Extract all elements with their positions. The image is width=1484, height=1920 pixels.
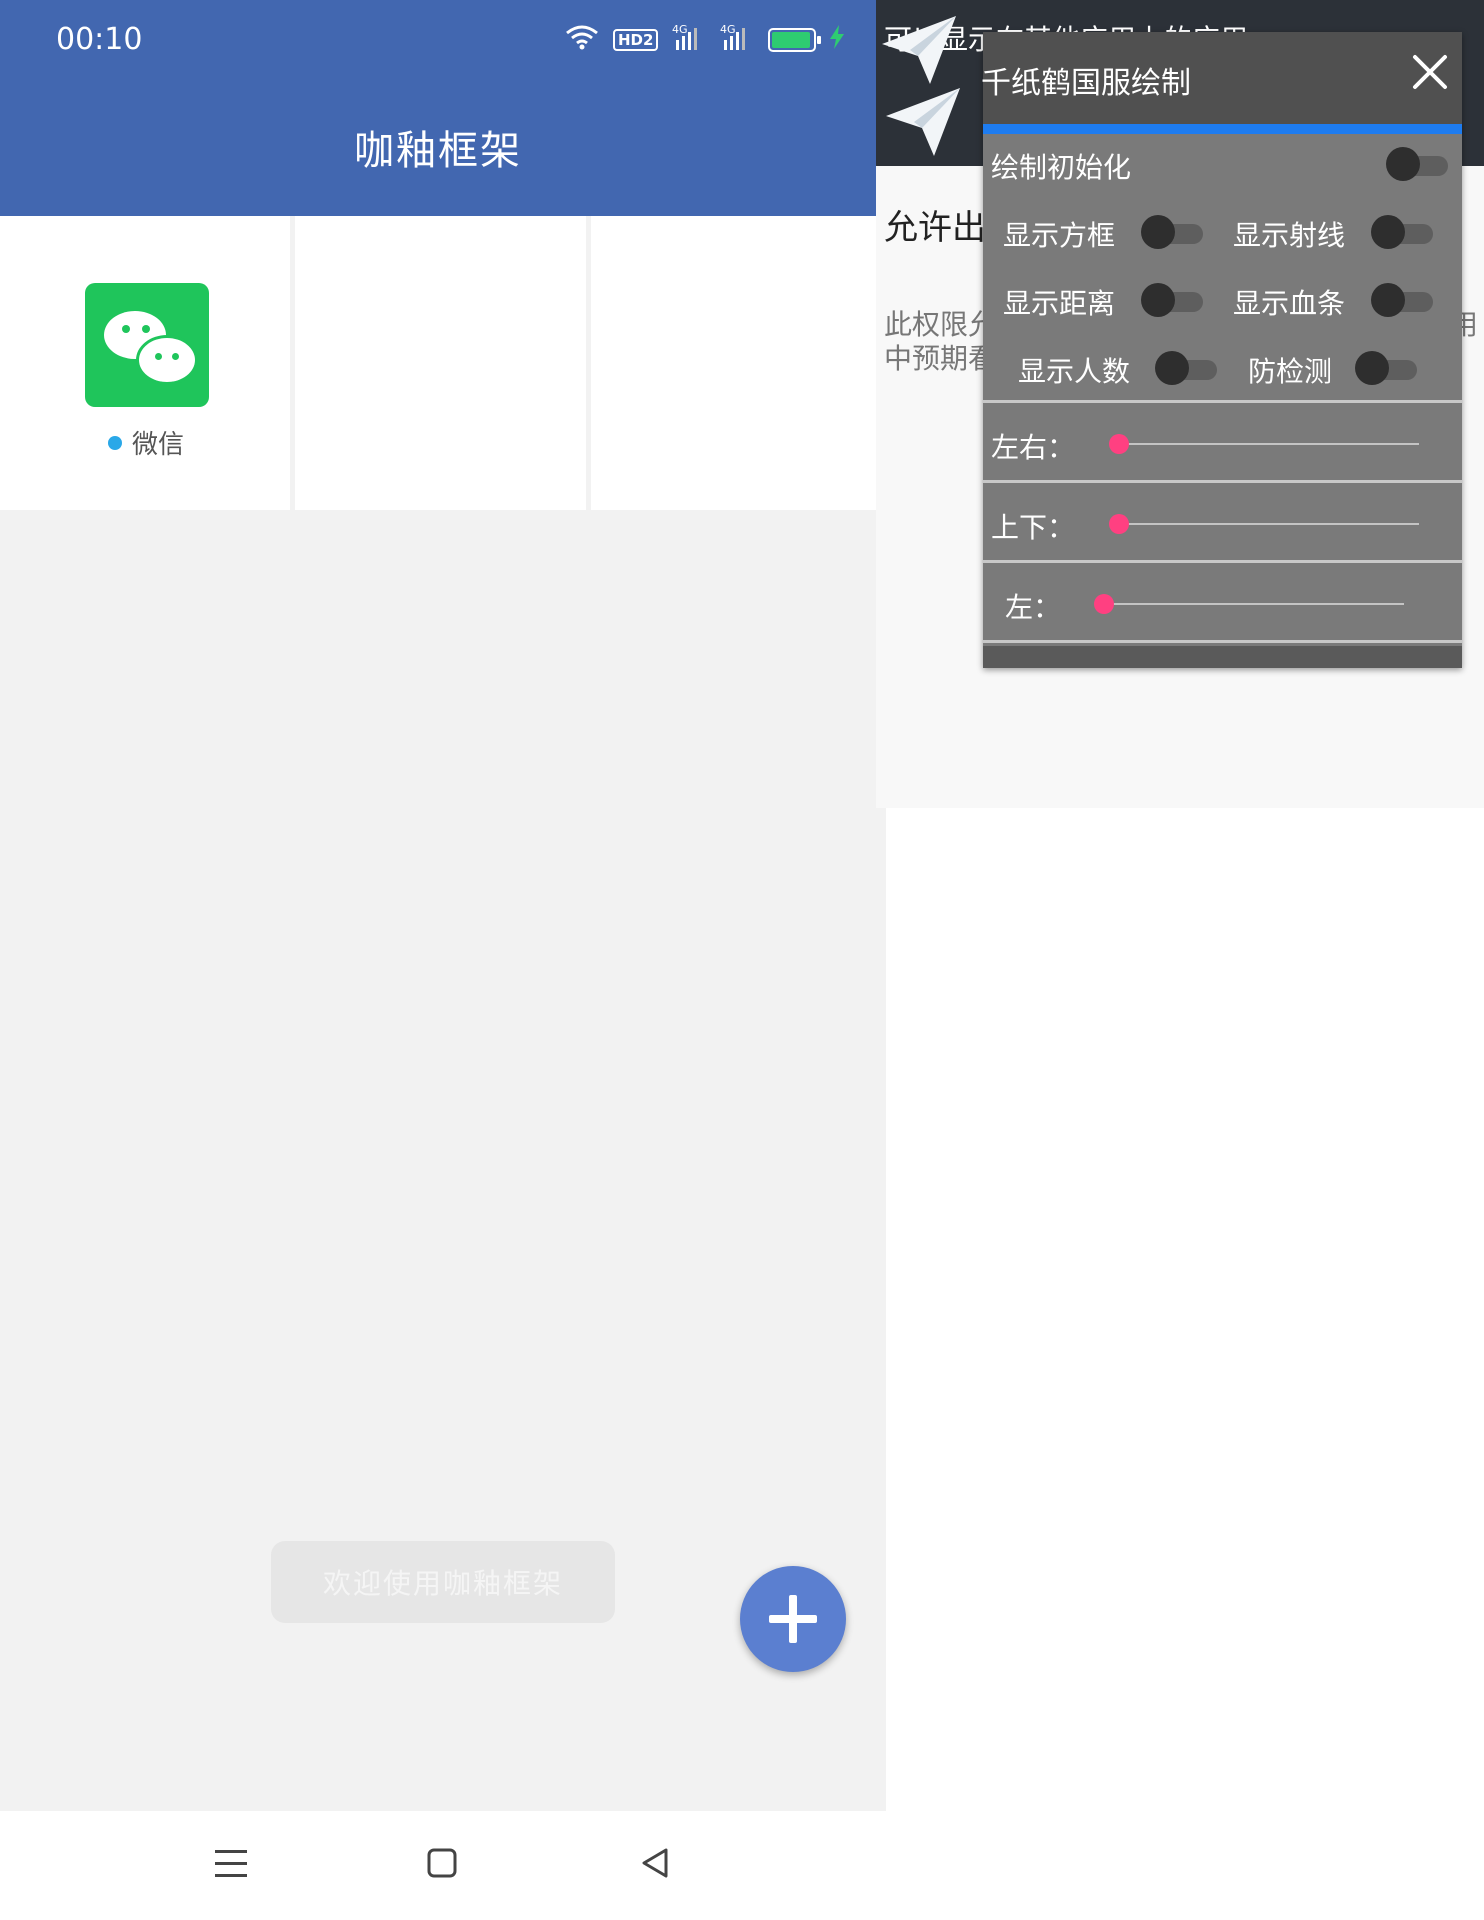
- divider: [983, 560, 1462, 563]
- toggle-show-count[interactable]: [1155, 351, 1217, 385]
- toggle-show-distance[interactable]: [1141, 283, 1203, 317]
- signal-2-label: 4G: [720, 23, 736, 36]
- slider-track-left[interactable]: [1104, 603, 1404, 605]
- divider: [983, 400, 1462, 403]
- status-time: 00:10: [56, 22, 143, 57]
- hd-voice-icon: HD2: [613, 29, 659, 51]
- divider: [983, 480, 1462, 483]
- home-square-icon[interactable]: [420, 1841, 464, 1885]
- toggle-label-box: 显示方框: [1003, 219, 1116, 252]
- app-grid: 微信: [0, 216, 877, 510]
- slider-track-vertical[interactable]: [1119, 523, 1419, 525]
- overlay-title: 千纸鹤国服绘制: [981, 66, 1191, 101]
- status-icons: HD2 4G 4G: [565, 20, 845, 60]
- page-title: 咖釉框架: [354, 128, 522, 174]
- slider-track-horizontal[interactable]: [1119, 443, 1419, 445]
- app-tile-empty: [590, 216, 877, 510]
- plus-icon: [769, 1595, 817, 1643]
- welcome-toast: 欢迎使用咖釉框架: [271, 1541, 615, 1623]
- toggle-label-count: 显示人数: [1018, 355, 1131, 388]
- back-triangle-icon[interactable]: [633, 1841, 677, 1885]
- app-header: 00:10 HD2 4G 4G 咖釉框架: [0, 0, 876, 216]
- status-dot: [107, 435, 122, 450]
- toggle-label-distance: 显示距离: [1003, 287, 1116, 320]
- divider: [983, 640, 1462, 643]
- cheat-overlay-panel: 千纸鹤国服绘制 绘制初始化 显示方框 显示射线 显示距离 显示血条 显示人数 防…: [981, 32, 1462, 668]
- toggle-label-ray: 显示射线: [1233, 219, 1346, 252]
- close-icon[interactable]: [1410, 52, 1450, 92]
- signal-icon-1: 4G: [672, 22, 706, 58]
- wechat-label-row: 微信: [0, 424, 292, 461]
- toggle-label-anti-detect: 防检测: [1248, 355, 1333, 388]
- toggle-anti-detect[interactable]: [1355, 351, 1417, 385]
- slider-thumb-left[interactable]: [1094, 594, 1114, 614]
- charging-icon: [830, 25, 845, 55]
- toggle-show-health[interactable]: [1371, 283, 1433, 317]
- app-tile-empty: [295, 216, 586, 510]
- permission-text-line1: 此权限允: [884, 308, 997, 341]
- menu-icon[interactable]: [209, 1841, 253, 1885]
- slider-thumb-vertical[interactable]: [1109, 514, 1129, 534]
- system-nav-bar: [0, 1811, 886, 1920]
- add-button[interactable]: [740, 1566, 846, 1672]
- slider-label-left: 左：: [1005, 591, 1062, 624]
- overlay-header[interactable]: 千纸鹤国服绘制: [981, 32, 1462, 124]
- allow-overlay-title: 允许出: [884, 208, 986, 248]
- battery-icon: [768, 28, 822, 52]
- signal-1-label: 4G: [672, 23, 688, 36]
- signal-icon-2: 4G: [720, 22, 754, 58]
- toggle-label-init: 绘制初始化: [991, 151, 1132, 184]
- overlay-footer: [983, 646, 1462, 668]
- toggle-label-health: 显示血条: [1233, 287, 1346, 320]
- app-tile-wechat[interactable]: 微信: [0, 216, 292, 510]
- wifi-icon: [565, 24, 599, 56]
- toggle-show-ray[interactable]: [1371, 215, 1433, 249]
- left-phone-screen: 00:10 HD2 4G 4G 咖釉框架 微信 欢迎使用咖釉框架: [0, 0, 886, 1920]
- slider-label-horizontal: 左右：: [991, 431, 1076, 464]
- slider-thumb-horizontal[interactable]: [1109, 434, 1129, 454]
- overlay-accent-bar: [983, 124, 1462, 134]
- app-label: 微信: [131, 430, 184, 460]
- paper-plane-icon[interactable]: [880, 14, 960, 86]
- wechat-icon: [85, 283, 209, 407]
- toggle-show-box[interactable]: [1141, 215, 1203, 249]
- paper-plane-icon[interactable]: [884, 86, 964, 158]
- slider-label-vertical: 上下：: [991, 511, 1076, 544]
- toggle-init[interactable]: [1386, 147, 1448, 181]
